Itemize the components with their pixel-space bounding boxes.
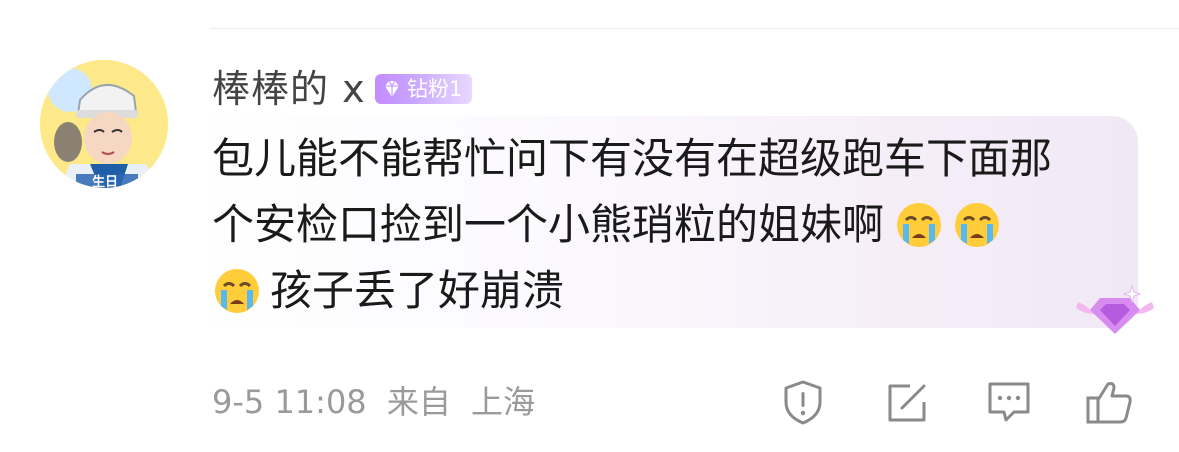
username[interactable]: 棒棒的 x <box>212 66 366 112</box>
crying-face-emoji <box>952 200 1002 250</box>
divider <box>210 28 1179 29</box>
like-button[interactable] <box>1084 378 1134 426</box>
fan-badge-label: 钻粉1 <box>407 77 463 101</box>
report-shield-icon <box>784 380 822 425</box>
comment-text-2: 个安检口捡到一个小熊琑粒的姐妹啊 <box>212 200 885 249</box>
crying-face-emoji <box>894 200 944 250</box>
comment-source-label: 来自 <box>386 383 451 421</box>
comment-text-1: 包儿能不能帮忙问下有没有在超级跑车下面那 <box>212 134 1053 183</box>
avatar-caption: 生日 <box>92 174 118 188</box>
comment-text-line-3: 孩子丢了好崩溃 <box>212 262 564 320</box>
thumbs-up-icon <box>1086 382 1132 424</box>
share-button[interactable] <box>882 378 932 426</box>
bubble-gem-decoration-icon <box>1070 280 1160 340</box>
comment-location: 上海 <box>471 383 536 421</box>
fan-badge[interactable]: 钻粉1 <box>375 74 473 104</box>
diamond-gem-icon <box>381 78 403 100</box>
comment-button[interactable] <box>984 378 1034 426</box>
comment-icon <box>988 382 1030 422</box>
comment-text-3: 孩子丢了好崩溃 <box>270 266 565 315</box>
comment-text-line-1: 包儿能不能帮忙问下有没有在超级跑车下面那 <box>212 130 1052 188</box>
comment-date: 9-5 11:08 <box>212 383 367 421</box>
share-icon <box>888 384 926 422</box>
report-button[interactable] <box>778 378 828 426</box>
avatar[interactable]: 生日 <box>40 60 168 188</box>
comment-text-line-2: 个安检口捡到一个小熊琑粒的姐妹啊 <box>212 196 1006 254</box>
comment-meta: 9-5 11:08 来自 上海 <box>212 382 535 422</box>
crying-face-emoji <box>212 266 262 316</box>
